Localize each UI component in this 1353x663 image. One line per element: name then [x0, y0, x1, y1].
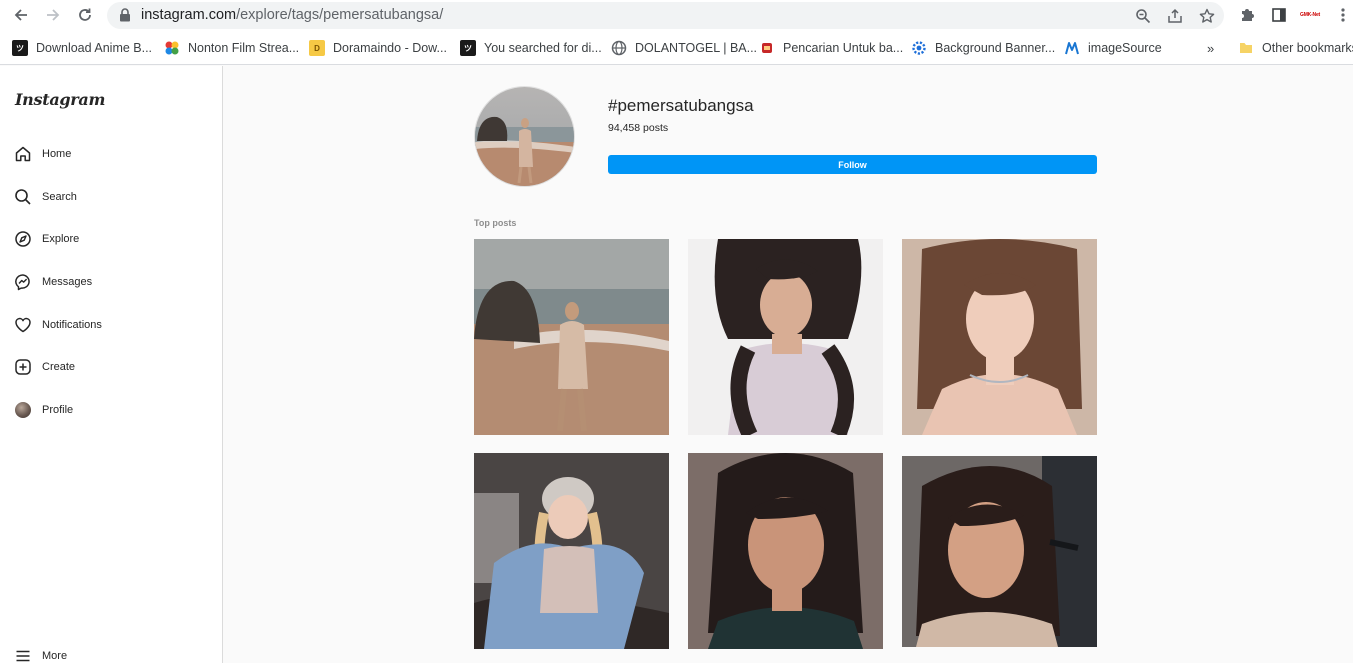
red-box-icon	[759, 40, 775, 56]
dark-page-icon: ツ	[460, 40, 476, 56]
bookmark-label: Download Anime B...	[36, 41, 153, 55]
menu-button[interactable]	[1333, 5, 1353, 25]
post-thumbnail[interactable]	[474, 239, 669, 435]
puzzle-icon	[1242, 9, 1254, 21]
side-panel-icon	[1272, 8, 1286, 22]
post-thumbnail[interactable]	[688, 453, 883, 649]
bookmark-item[interactable]: DOLANTOGEL | BA...	[611, 39, 757, 57]
more-vert-icon	[1341, 8, 1345, 22]
other-bookmarks-label: Other bookmarks	[1262, 41, 1353, 55]
nav-home[interactable]: Home	[14, 143, 71, 165]
bookmark-item[interactable]: Nonton Film Strea...	[164, 39, 299, 57]
bookmark-label: Background Banner...	[935, 41, 1056, 55]
post-count: 94,458 posts	[608, 122, 669, 134]
nav-label: Notifications	[42, 319, 102, 331]
search-icon	[14, 188, 32, 206]
zoom-icon	[1136, 9, 1151, 24]
bookmark-label: imageSource	[1088, 41, 1162, 55]
nav-messages[interactable]: Messages	[14, 271, 92, 293]
nav-search[interactable]: Search	[14, 186, 77, 208]
bookmark-star-button[interactable]	[1198, 7, 1216, 25]
follow-button[interactable]: Follow	[608, 155, 1097, 174]
reload-button[interactable]	[73, 4, 97, 26]
avatar	[15, 402, 31, 418]
post-thumbnail[interactable]	[474, 453, 669, 649]
share-icon	[1168, 8, 1182, 23]
extension-badge[interactable]: GMK-Net	[1297, 8, 1323, 22]
arrow-left-icon	[14, 9, 27, 21]
chevron-double-right-icon: »	[1207, 40, 1215, 56]
bookmark-label: Pencarian Untuk ba...	[783, 41, 904, 55]
nav-label: Messages	[42, 276, 93, 288]
globe-icon	[611, 40, 627, 56]
bookmark-item[interactable]: ツ You searched for di...	[460, 39, 602, 57]
bookmark-label: Doramaindo - Dow...	[333, 41, 447, 55]
tag-cover-image	[474, 86, 575, 187]
nav-label: Explore	[42, 233, 80, 245]
side-panel-button[interactable]	[1269, 5, 1289, 25]
bookmark-item[interactable]: D Doramaindo - Dow...	[309, 39, 447, 57]
sidebar: Instagram Home Search Explore Messages N…	[0, 66, 223, 663]
star-icon	[1199, 8, 1215, 23]
m-logo-icon	[1064, 40, 1080, 56]
extensions-button[interactable]	[1237, 5, 1257, 25]
bookmarks-overflow-button[interactable]: »	[1207, 39, 1214, 57]
bookmark-item[interactable]: Pencarian Untuk ba...	[759, 39, 903, 57]
nav-label: Search	[42, 191, 77, 203]
bookmark-item[interactable]: Background Banner...	[911, 39, 1055, 57]
bookmark-label: DOLANTOGEL | BA...	[635, 41, 758, 55]
post-thumbnail[interactable]	[688, 239, 883, 435]
nav-more[interactable]: More	[14, 645, 67, 663]
share-button[interactable]	[1166, 7, 1184, 25]
nav-label: More	[42, 650, 68, 662]
nav-notifications[interactable]: Notifications	[14, 314, 102, 336]
messenger-icon	[14, 273, 32, 291]
nav-label: Home	[42, 148, 72, 160]
gear-blue-icon	[911, 40, 927, 56]
arrow-right-icon	[47, 9, 60, 21]
other-bookmarks[interactable]: Other bookmarks	[1238, 39, 1353, 57]
tag-title: #pemersatubangsa	[608, 96, 754, 115]
avatar-wrapper	[14, 401, 32, 419]
url-host: instagram.com	[141, 7, 237, 23]
nav-label: Create	[42, 361, 76, 373]
plus-square-icon	[14, 358, 32, 376]
dark-page-icon: ツ	[12, 40, 28, 56]
bookmark-item[interactable]: imageSource	[1064, 39, 1162, 57]
section-label-top-posts: Top posts	[474, 218, 517, 228]
bookmark-label: Nonton Film Strea...	[188, 41, 300, 55]
home-icon	[14, 145, 32, 163]
url-path: /explore/tags/pemersatubangsa/	[236, 7, 444, 23]
nav-profile[interactable]: Profile	[14, 399, 73, 421]
compass-icon	[14, 230, 32, 248]
back-button[interactable]	[9, 4, 33, 26]
instagram-logo[interactable]: Instagram	[15, 90, 105, 109]
url-text: instagram.com/explore/tags/pemersatubang…	[141, 7, 443, 23]
post-thumbnail[interactable]	[902, 239, 1097, 435]
post-thumbnail[interactable]	[902, 456, 1097, 652]
nav-explore[interactable]: Explore	[14, 228, 79, 250]
hamburger-icon	[14, 647, 32, 663]
folder-icon	[1238, 40, 1254, 56]
forward-button[interactable]	[41, 4, 65, 26]
zoom-button[interactable]	[1134, 7, 1152, 25]
heart-icon	[14, 316, 32, 334]
nav-label: Profile	[42, 404, 74, 416]
d-letter-icon: D	[309, 40, 325, 56]
lock-icon	[120, 8, 130, 22]
pinwheel-icon	[164, 40, 180, 56]
reload-icon	[79, 8, 91, 21]
bookmark-item[interactable]: ツ Download Anime B...	[12, 39, 152, 57]
bookmark-label: You searched for di...	[484, 41, 602, 55]
nav-create[interactable]: Create	[14, 356, 75, 378]
address-bar[interactable]: instagram.com/explore/tags/pemersatubang…	[107, 2, 1224, 29]
browser-toolbar: instagram.com/explore/tags/pemersatubang…	[0, 0, 1353, 31]
bookmarks-bar: ツ Download Anime B... Nonton Film Strea.…	[0, 31, 1353, 65]
